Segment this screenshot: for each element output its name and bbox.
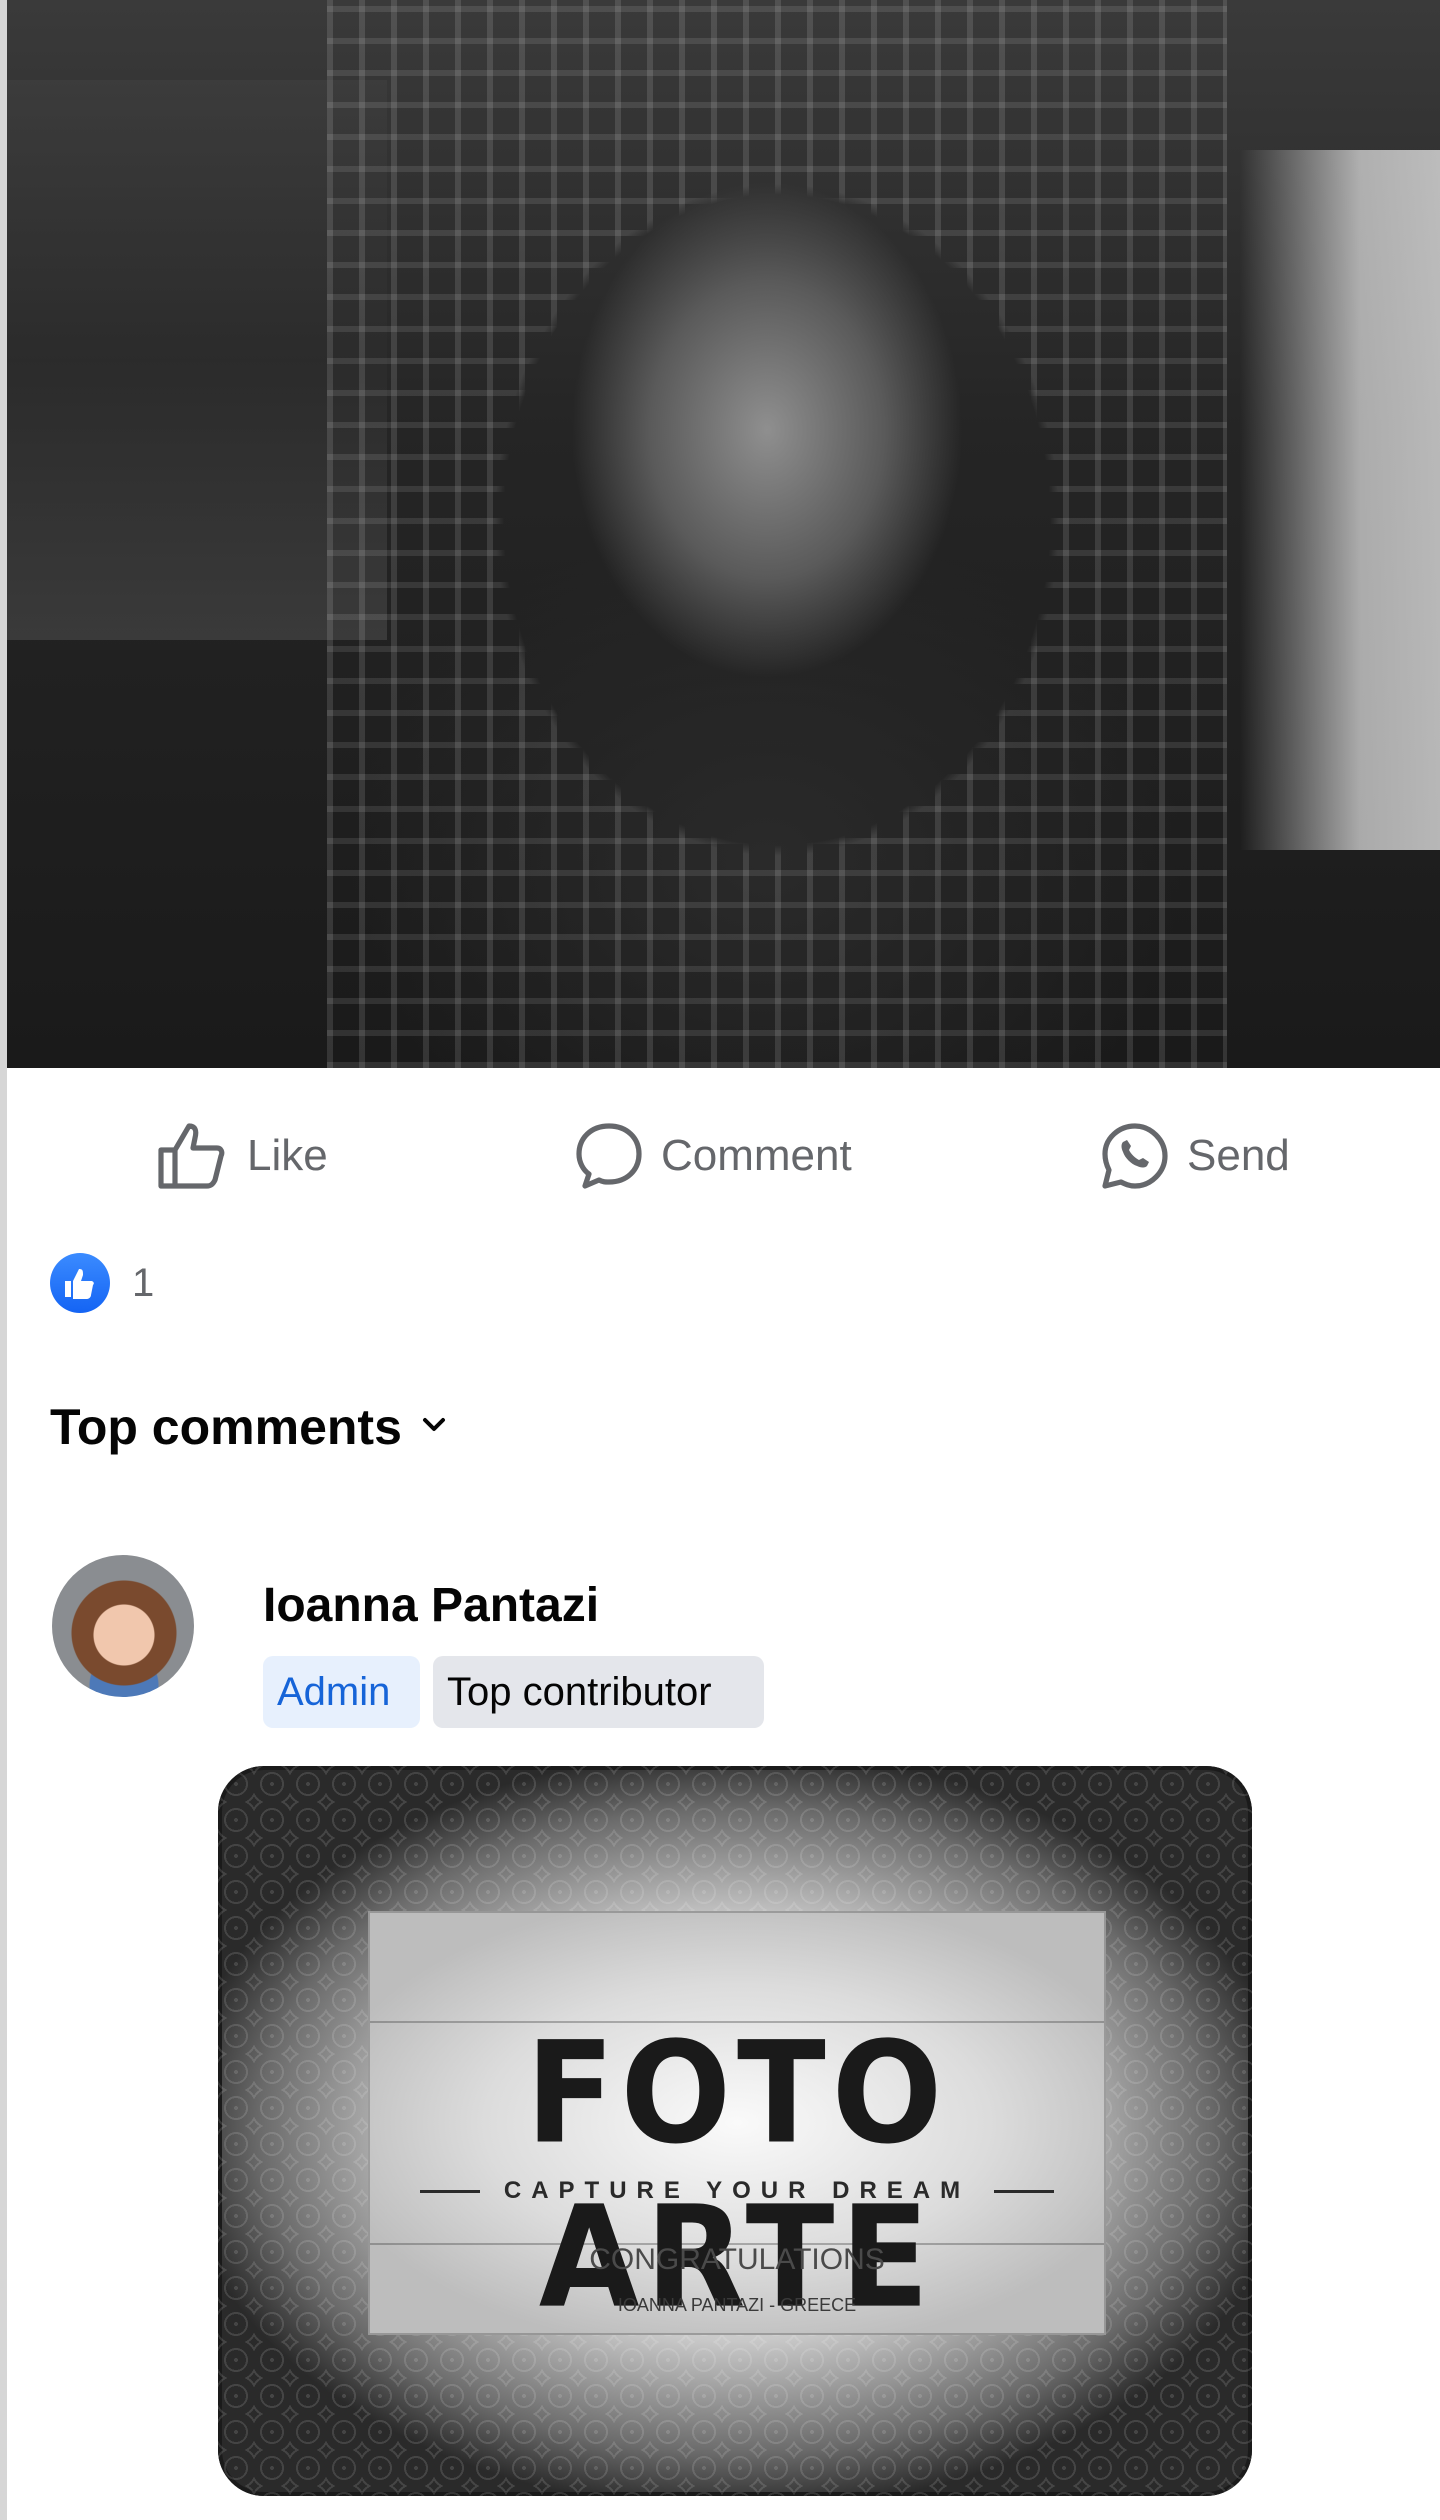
comment-label: Comment bbox=[661, 1131, 852, 1180]
reactions-summary[interactable]: 1 bbox=[50, 1250, 154, 1316]
photo-scarf-pattern bbox=[327, 0, 1227, 1068]
tagline-rule-right bbox=[994, 2190, 1054, 2193]
send-label: Send bbox=[1187, 1131, 1290, 1180]
screen-edge bbox=[0, 0, 7, 2520]
comment-button[interactable]: Comment bbox=[573, 1116, 852, 1196]
comment-bubble-icon bbox=[573, 1120, 645, 1192]
photo-background-right bbox=[1240, 150, 1440, 850]
comments-sort-dropdown[interactable]: Top comments bbox=[50, 1398, 446, 1456]
top-contributor-badge: Top contributor bbox=[433, 1656, 764, 1728]
comment-image[interactable]: FOTO ARTE CAPTURE YOUR DREAM CONGRATULAT… bbox=[218, 1766, 1252, 2496]
comment-author-name[interactable]: Ioanna Pantazi bbox=[263, 1578, 599, 1633]
certificate-title: FOTO ARTE bbox=[525, 2010, 949, 2340]
like-reaction-icon bbox=[50, 1253, 110, 1313]
like-label: Like bbox=[247, 1131, 328, 1180]
thumbs-up-icon bbox=[155, 1120, 231, 1192]
comments-sort-label: Top comments bbox=[50, 1399, 402, 1455]
avatar[interactable] bbox=[52, 1555, 194, 1697]
post-action-bar: Like Comment Send bbox=[7, 1068, 1440, 1236]
like-button[interactable]: Like bbox=[155, 1116, 328, 1196]
post-photo[interactable] bbox=[7, 0, 1440, 1068]
whatsapp-icon bbox=[1099, 1120, 1171, 1192]
admin-badge: Admin bbox=[263, 1656, 420, 1728]
certificate-congrats: CONGRATULATIONS bbox=[589, 2243, 885, 2276]
certificate-winner: IOANNA PANTAZI - GREECE bbox=[617, 2295, 857, 2315]
certificate-panel: FOTO ARTE CAPTURE YOUR DREAM CONGRATULAT… bbox=[368, 1911, 1106, 2339]
reaction-count: 1 bbox=[132, 1260, 155, 1305]
chevron-down-icon bbox=[422, 1417, 446, 1438]
send-button[interactable]: Send bbox=[1099, 1116, 1290, 1196]
